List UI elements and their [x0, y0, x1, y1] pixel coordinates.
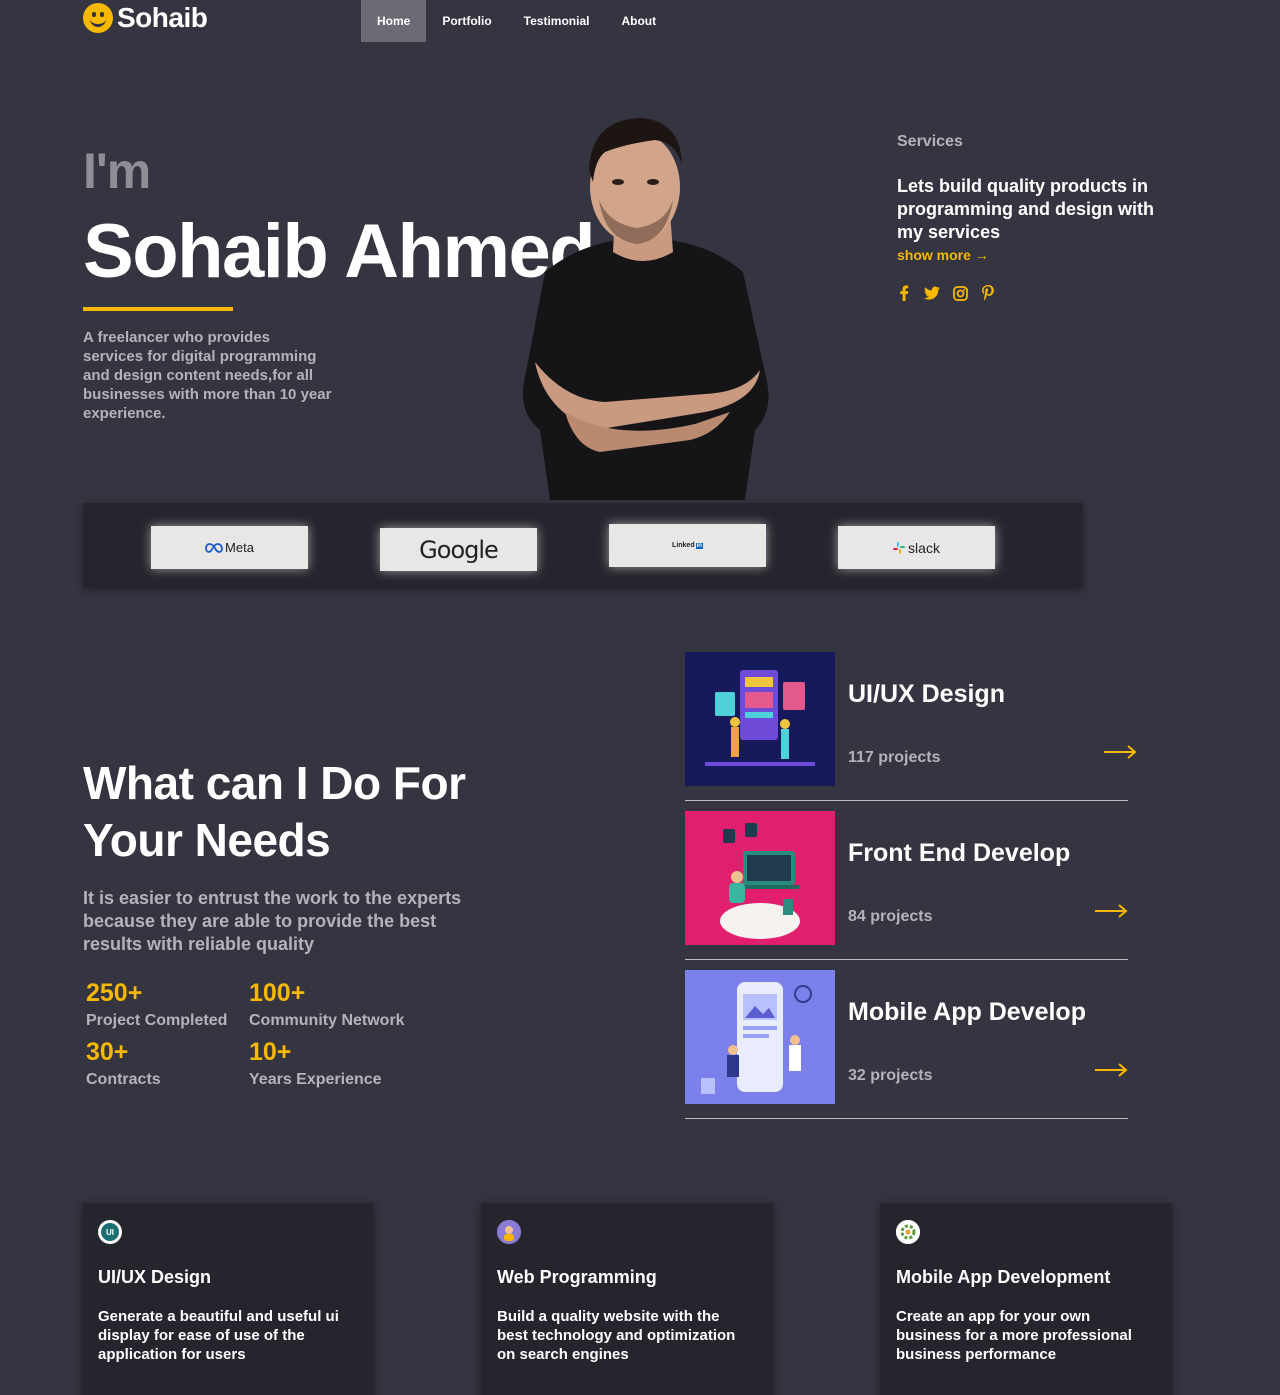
facebook-icon[interactable]: [896, 284, 912, 302]
service-card-uiux[interactable]: UI UI/UX Design Generate a beautiful and…: [82, 1203, 374, 1395]
stat-value: 10+: [249, 1038, 292, 1066]
meta-logo: Meta: [151, 526, 308, 569]
partner-logos-bar: Meta Google Linked in slack: [83, 503, 1083, 588]
service-card-web[interactable]: Web Programming Build a quality website …: [481, 1203, 773, 1395]
nav-testimonial[interactable]: Testimonial: [508, 0, 606, 42]
card-text: Create an app for your own business for …: [896, 1308, 1132, 1363]
card-title: Web Programming: [497, 1267, 657, 1287]
stat-community: 100+ Community Network: [249, 979, 405, 1030]
nav-home[interactable]: Home: [361, 0, 427, 42]
project-count: 117 projects: [848, 749, 941, 766]
linkedin-in-badge: in: [695, 542, 703, 549]
instagram-icon[interactable]: [952, 284, 968, 302]
developer-avatar-icon: [497, 1220, 521, 1244]
meta-infinity-icon: [205, 542, 223, 553]
stat-experience: 10+ Years Experience: [249, 1038, 382, 1089]
project-title: Mobile App Develop: [848, 998, 1086, 1026]
card-title: UI/UX Design: [98, 1267, 212, 1287]
hero-description: A freelancer who provides services for d…: [83, 329, 332, 422]
what-i-do-subtitle: It is easier to entrust the work to the …: [83, 888, 462, 954]
project-row-frontend[interactable]: Front End Develop 84 projects: [685, 811, 1128, 960]
social-links: [896, 284, 996, 302]
smiley-logo-icon: [83, 3, 113, 33]
stat-value: 250+: [86, 979, 143, 1007]
stat-value: 30+: [86, 1038, 129, 1066]
logo[interactable]: Sohaib: [83, 0, 208, 36]
arrow-right-icon[interactable]: [1095, 1062, 1129, 1078]
ui-badge-icon: UI: [98, 1220, 122, 1244]
google-logo: Google: [380, 528, 537, 571]
app-gear-icon: [896, 1220, 920, 1244]
stat-value: 100+: [249, 979, 306, 1007]
services-label: Services: [897, 133, 963, 150]
nav-about[interactable]: About: [605, 0, 672, 42]
project-count: 32 projects: [848, 1067, 933, 1084]
card-text: Build a quality website with the best te…: [497, 1308, 736, 1363]
show-more-link[interactable]: show more →: [897, 247, 989, 263]
hero-intro: I'm: [83, 143, 151, 199]
pinterest-icon[interactable]: [980, 284, 996, 302]
stat-label: Project Completed: [86, 1012, 228, 1029]
slack-logo: slack: [838, 526, 995, 569]
service-card-mobile[interactable]: Mobile App Development Create an app for…: [880, 1203, 1172, 1395]
project-title: UI/UX Design: [848, 680, 1005, 708]
linkedin-logo-text: Linked: [672, 542, 695, 549]
arrow-right-icon[interactable]: [1095, 903, 1129, 919]
hero-divider: [83, 307, 233, 311]
project-row-uiux[interactable]: UI/UX Design 117 projects: [685, 652, 1137, 801]
twitter-icon[interactable]: [924, 284, 940, 302]
stat-label: Contracts: [86, 1071, 161, 1088]
uiux-illustration: [685, 652, 835, 786]
logo-text: Sohaib: [117, 2, 208, 33]
main-nav: Home Portfolio Testimonial About: [361, 0, 672, 42]
what-i-do-title: What can I Do For Your Needs: [83, 757, 466, 866]
stat-projects: 250+ Project Completed: [86, 979, 227, 1030]
card-title: Mobile App Development: [896, 1267, 1111, 1287]
linkedin-logo: Linked in: [609, 524, 766, 567]
meta-logo-text: Meta: [225, 540, 254, 555]
slack-hash-icon: [893, 541, 906, 554]
frontend-illustration: [685, 811, 835, 945]
project-count: 84 projects: [848, 908, 933, 925]
stat-label: Years Experience: [249, 1071, 382, 1088]
stat-contracts: 30+ Contracts: [86, 1038, 161, 1089]
services-headline: Lets build quality products in programmi…: [897, 176, 1155, 242]
nav-portfolio[interactable]: Portfolio: [426, 0, 507, 42]
project-row-mobile[interactable]: Mobile App Develop 32 projects: [685, 970, 1128, 1119]
card-text: Generate a beautiful and useful ui displ…: [98, 1308, 339, 1363]
google-logo-text: Google: [419, 535, 499, 564]
mobile-illustration: [685, 970, 835, 1104]
arrow-right-icon[interactable]: [1104, 744, 1138, 760]
project-title: Front End Develop: [848, 839, 1071, 867]
slack-logo-text: slack: [908, 539, 940, 556]
stat-label: Community Network: [249, 1012, 405, 1029]
portrait-photo: [505, 112, 780, 500]
